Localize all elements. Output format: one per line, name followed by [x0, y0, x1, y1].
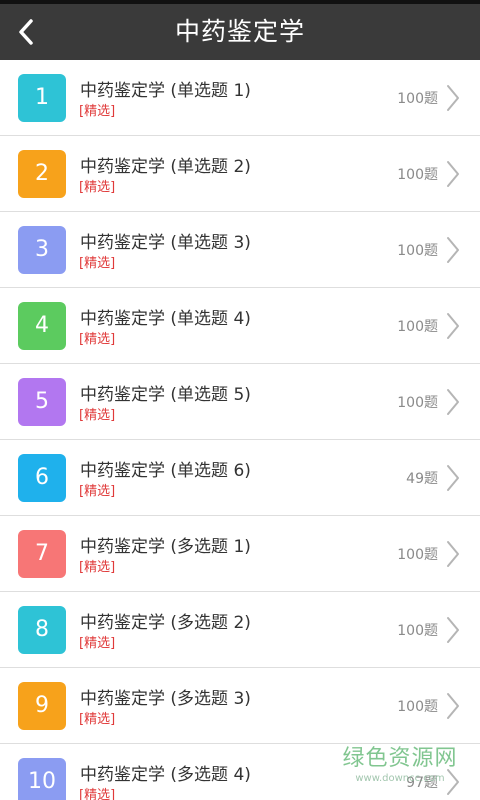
number-badge: 1	[18, 74, 66, 122]
list-item[interactable]: 3 中药鉴定学 (单选题 3) [精选] 100题	[0, 212, 480, 288]
item-title: 中药鉴定学 (单选题 1)	[80, 81, 251, 101]
item-title: 中药鉴定学 (单选题 2)	[80, 157, 251, 177]
question-count: 49题	[406, 471, 438, 487]
item-title: 中药鉴定学 (单选题 6)	[80, 461, 251, 481]
featured-tag: [精选]	[79, 104, 116, 119]
number-badge: 9	[18, 682, 66, 730]
number-badge: 10	[18, 758, 66, 800]
featured-tag: [精选]	[79, 636, 116, 651]
featured-tag: [精选]	[79, 256, 116, 271]
question-count: 100题	[397, 547, 438, 563]
chevron-right-icon	[447, 85, 459, 111]
question-count: 100题	[397, 699, 438, 715]
chevron-right-icon	[447, 389, 459, 415]
question-set-list: 1 中药鉴定学 (单选题 1) [精选] 100题 2 中药鉴定学 (单选题 2) [精选]…	[0, 60, 480, 800]
number-badge: 5	[18, 378, 66, 426]
list-item[interactable]: 10 中药鉴定学 (多选题 4) [精选] 97题	[0, 744, 480, 800]
app-screen: 中药鉴定学 1 中药鉴定学 (单选题 1) [精选] 100题 2 中药鉴定学 (单选题 …	[0, 0, 480, 800]
item-title: 中药鉴定学 (单选题 5)	[80, 385, 251, 405]
list-item[interactable]: 2 中药鉴定学 (单选题 2) [精选] 100题	[0, 136, 480, 212]
featured-tag: [精选]	[79, 408, 116, 423]
featured-tag: [精选]	[79, 788, 116, 800]
chevron-right-icon	[447, 465, 459, 491]
list-item[interactable]: 1 中药鉴定学 (单选题 1) [精选] 100题	[0, 60, 480, 136]
question-count: 100题	[397, 319, 438, 335]
featured-tag: [精选]	[79, 712, 116, 727]
page-title: 中药鉴定学	[174, 17, 305, 46]
featured-tag: [精选]	[79, 180, 116, 195]
list-item[interactable]: 8 中药鉴定学 (多选题 2) [精选] 100题	[0, 592, 480, 668]
list-item[interactable]: 6 中药鉴定学 (单选题 6) [精选] 49题	[0, 440, 480, 516]
chevron-right-icon	[447, 237, 459, 263]
number-badge: 2	[18, 150, 66, 198]
question-count: 100题	[397, 623, 438, 639]
chevron-right-icon	[447, 769, 459, 795]
header-bar: 中药鉴定学	[0, 4, 480, 60]
item-title: 中药鉴定学 (多选题 4)	[80, 765, 251, 785]
chevron-right-icon	[447, 541, 459, 567]
number-badge: 4	[18, 302, 66, 350]
question-count: 100题	[397, 243, 438, 259]
item-title: 中药鉴定学 (多选题 2)	[80, 613, 251, 633]
number-badge: 8	[18, 606, 66, 654]
item-title: 中药鉴定学 (单选题 3)	[80, 233, 251, 253]
question-count: 100题	[397, 167, 438, 183]
question-count: 100题	[397, 91, 438, 107]
list-item[interactable]: 4 中药鉴定学 (单选题 4) [精选] 100题	[0, 288, 480, 364]
number-badge: 7	[18, 530, 66, 578]
chevron-right-icon	[447, 313, 459, 339]
list-item[interactable]: 5 中药鉴定学 (单选题 5) [精选] 100题	[0, 364, 480, 440]
chevron-right-icon	[447, 617, 459, 643]
item-title: 中药鉴定学 (多选题 1)	[80, 537, 251, 557]
list-item[interactable]: 7 中药鉴定学 (多选题 1) [精选] 100题	[0, 516, 480, 592]
item-title: 中药鉴定学 (单选题 4)	[80, 309, 251, 329]
number-badge: 6	[18, 454, 66, 502]
chevron-right-icon	[447, 161, 459, 187]
featured-tag: [精选]	[79, 332, 116, 347]
question-count: 97题	[406, 775, 438, 791]
featured-tag: [精选]	[79, 560, 116, 575]
list-item[interactable]: 9 中药鉴定学 (多选题 3) [精选] 100题	[0, 668, 480, 744]
item-title: 中药鉴定学 (多选题 3)	[80, 689, 251, 709]
question-count: 100题	[397, 395, 438, 411]
chevron-right-icon	[447, 693, 459, 719]
number-badge: 3	[18, 226, 66, 274]
featured-tag: [精选]	[79, 484, 116, 499]
